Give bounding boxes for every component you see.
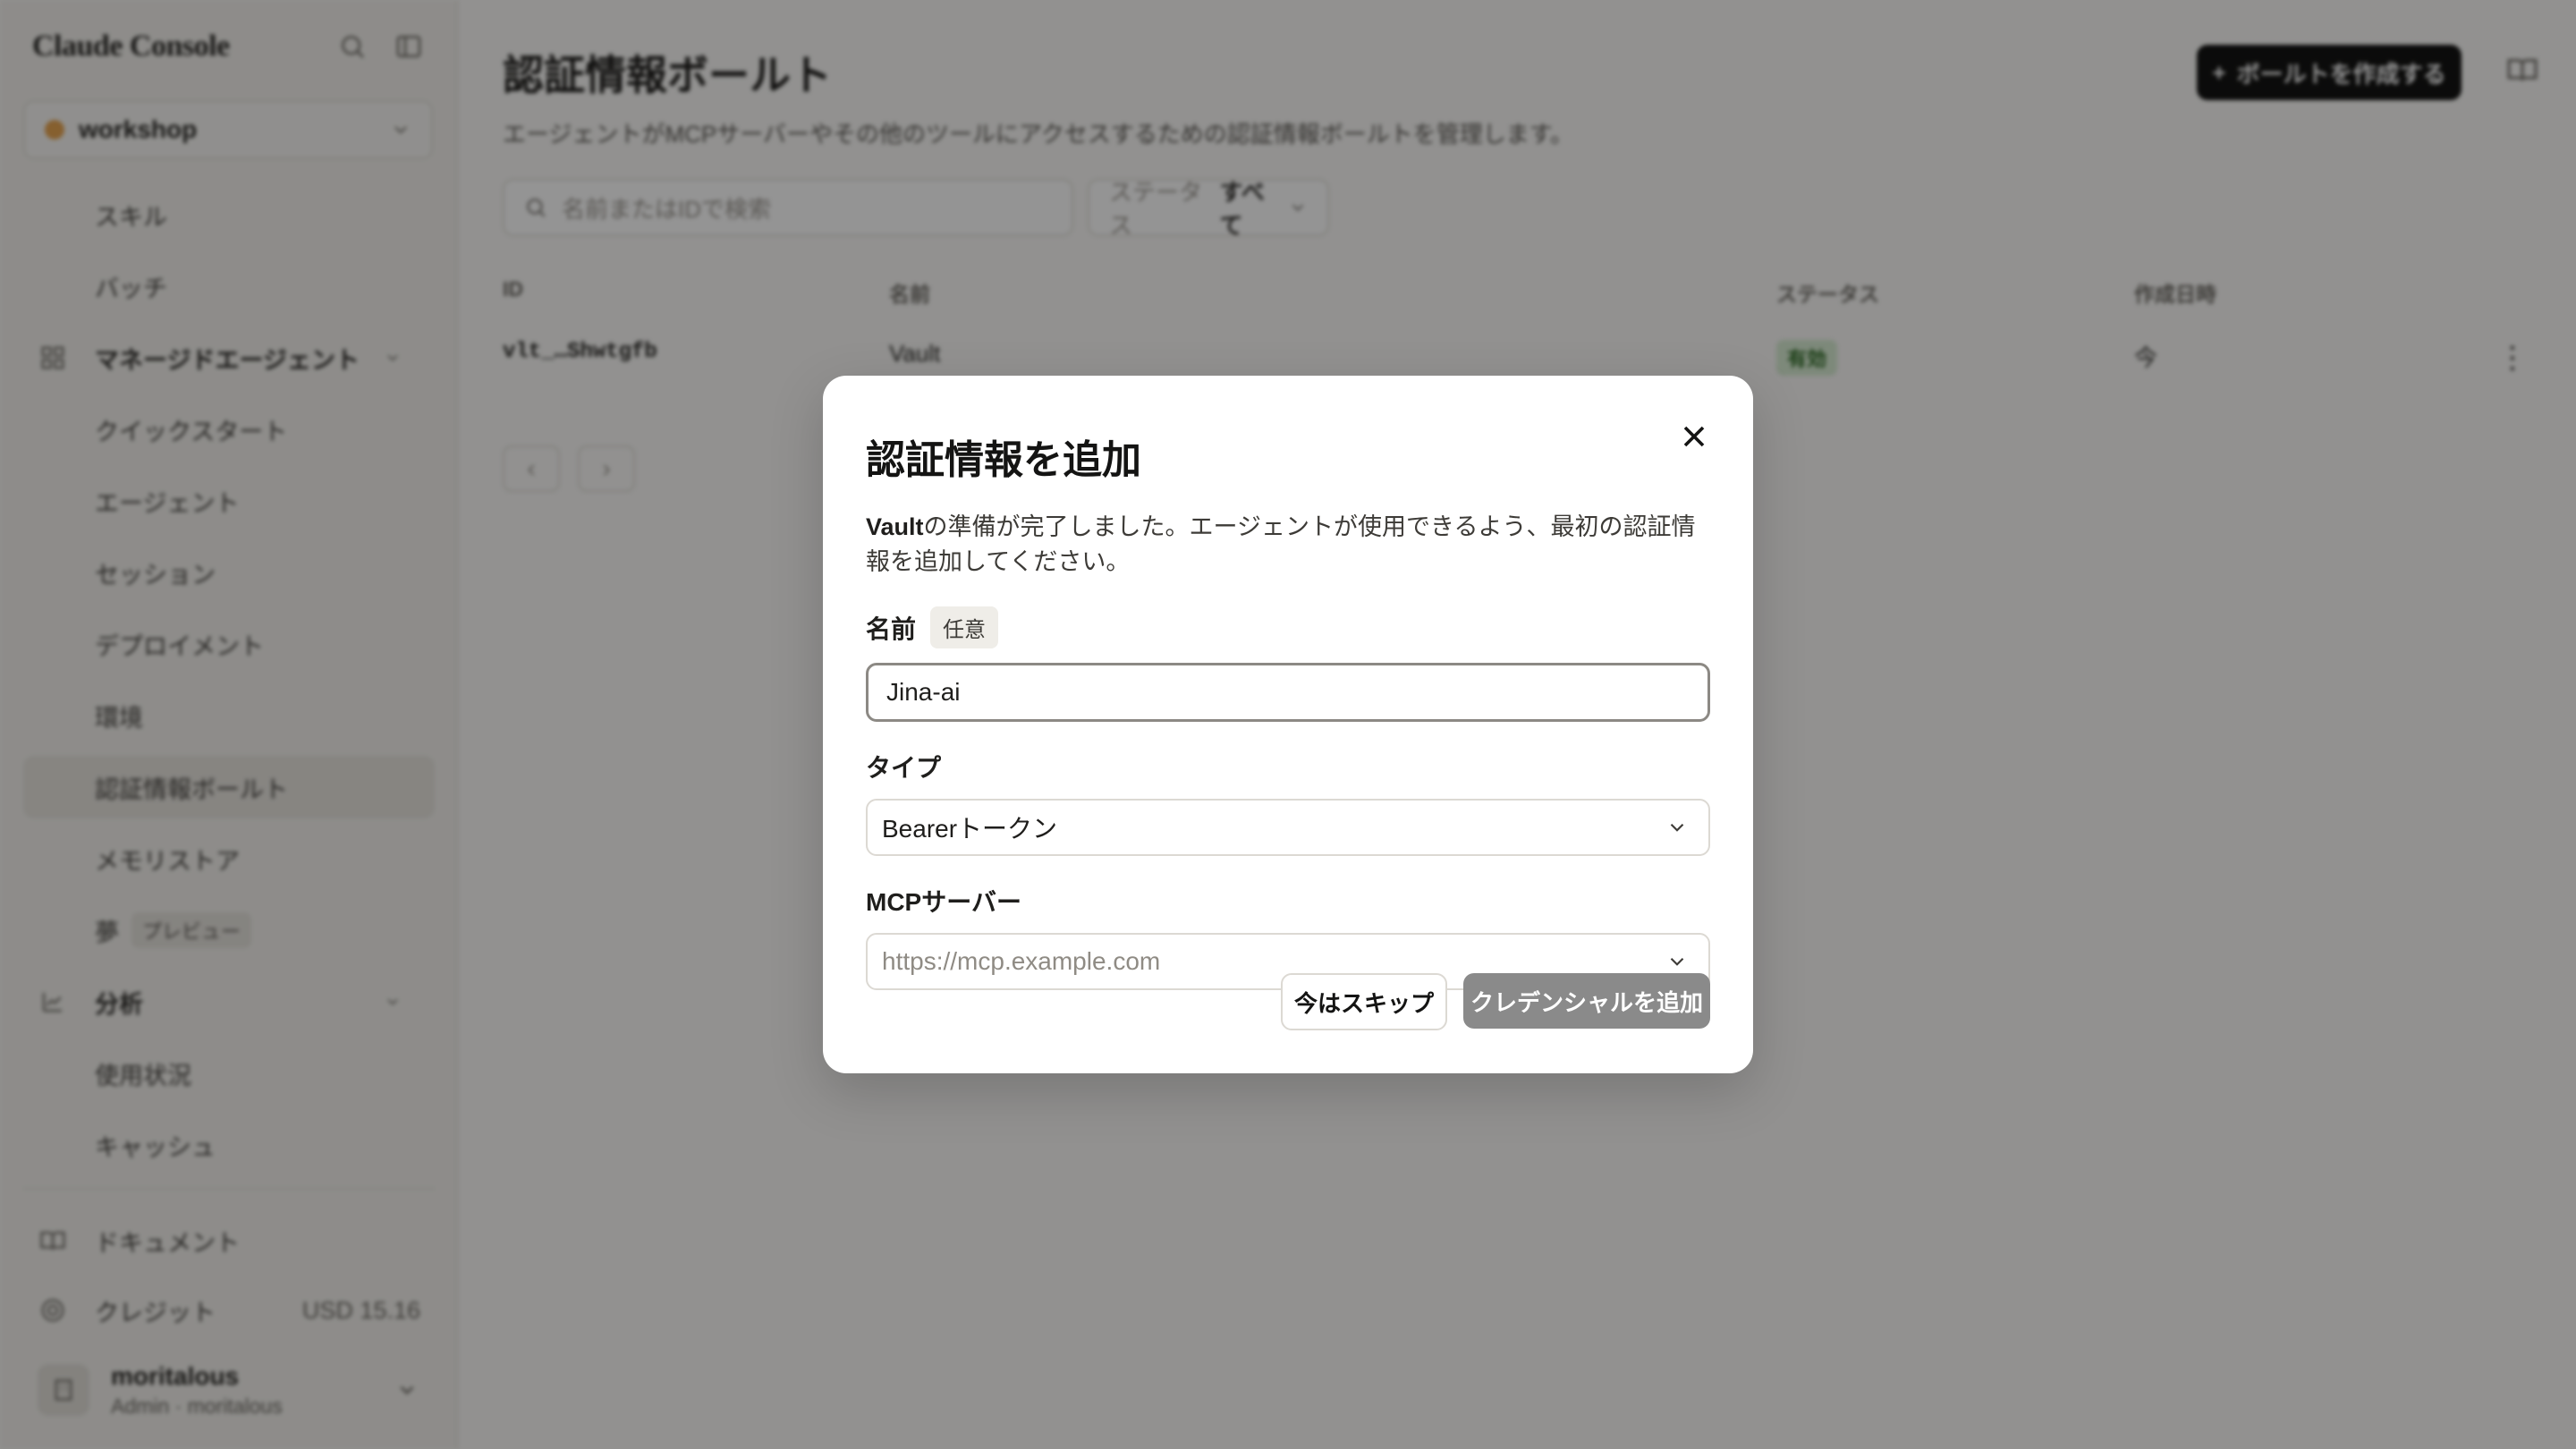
name-field-label: 名前 任意	[866, 606, 1710, 648]
type-select-value: Bearerトークン	[882, 815, 1058, 843]
optional-badge: 任意	[930, 606, 999, 648]
chevron-down-icon	[1665, 950, 1689, 973]
close-icon[interactable]	[1676, 419, 1712, 454]
type-field-label: タイプ	[866, 754, 942, 782]
skip-button[interactable]: 今はスキップ	[1281, 973, 1447, 1030]
type-select[interactable]: Bearerトークン	[866, 799, 1710, 856]
dialog-description-text: の準備が完了しました。エージェントが使用できるよう、最初の認証情報を追加してくだ…	[866, 513, 1696, 575]
add-credential-button[interactable]: クレデンシャルを追加	[1463, 973, 1710, 1029]
name-label-text: 名前	[866, 614, 917, 643]
dialog-actions: 今はスキップ クレデンシャルを追加	[1281, 973, 1710, 1030]
add-credential-dialog: 認証情報を追加 Vaultの準備が完了しました。エージェントが使用できるよう、最…	[823, 376, 1753, 1073]
chevron-down-icon	[1665, 816, 1689, 839]
name-input-value: Jina-ai	[886, 678, 961, 706]
mcp-server-field-label: MCPサーバー	[866, 888, 1021, 916]
vault-name-emphasis: Vault	[866, 513, 924, 540]
dialog-title: 認証情報を追加	[866, 438, 1141, 482]
dialog-description: Vaultの準備が完了しました。エージェントが使用できるよう、最初の認証情報を追…	[866, 510, 1716, 580]
name-input[interactable]: Jina-ai	[866, 663, 1710, 722]
mcp-server-placeholder: https://mcp.example.com	[882, 947, 1161, 975]
